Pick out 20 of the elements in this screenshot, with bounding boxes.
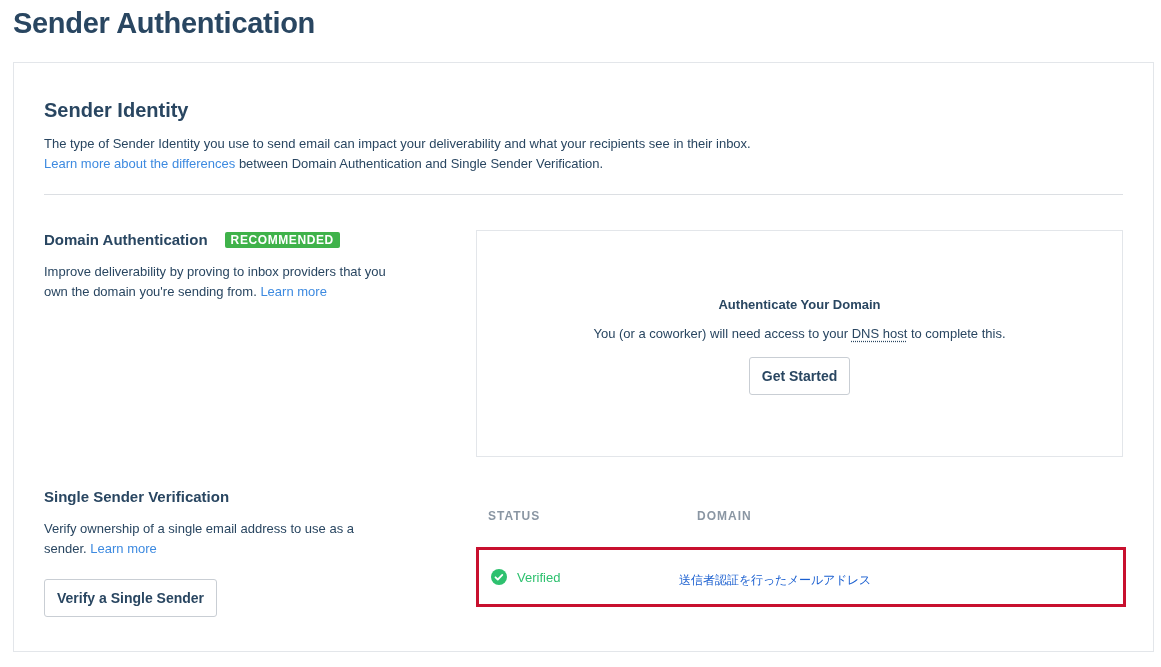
panel-title: Authenticate Your Domain xyxy=(718,296,881,312)
single-sender-description: Verify ownership of a single email address to use as a sender. Learn more xyxy=(44,520,355,558)
status-text: Verified xyxy=(517,569,561,585)
column-header: DOMAIN xyxy=(697,509,752,523)
section-description: The type of Sender Identity you use to send email can impact your deliverability and what your recipients see in their inbox. Learn more about the differences between Domain Authentication and Single Sender Verification. xyxy=(44,135,752,173)
single-sender-title: Single Sender Verification xyxy=(44,487,231,507)
domain-authentication-title: Domain Authentication xyxy=(44,230,208,250)
page-title: Sender Authentication xyxy=(13,6,316,41)
verify-sender-button[interactable]: Verify a Single Sender xyxy=(44,579,218,617)
domain-description: Improve deliverability by proving to inbox providers that you own the domain you're sending from. Learn more xyxy=(44,263,387,301)
recommended-badge: RECOMMENDED xyxy=(224,232,340,248)
get-started-button[interactable]: Get Started xyxy=(748,356,851,395)
learn-more-link[interactable]: Learn more xyxy=(90,541,157,556)
section-title: Sender Identity xyxy=(44,98,190,123)
dns-host-term[interactable]: DNS host xyxy=(851,325,908,341)
learn-more-link[interactable]: Learn more xyxy=(260,284,327,299)
column-header: STATUS xyxy=(488,509,542,523)
panel-description: You (or a coworker) will need access to your DNS host to complete this. xyxy=(593,325,1006,341)
domain-link[interactable]: 送信者認証を行ったメールアドレス xyxy=(679,571,871,589)
learn-more-link[interactable]: Learn more about the differences xyxy=(44,156,236,171)
